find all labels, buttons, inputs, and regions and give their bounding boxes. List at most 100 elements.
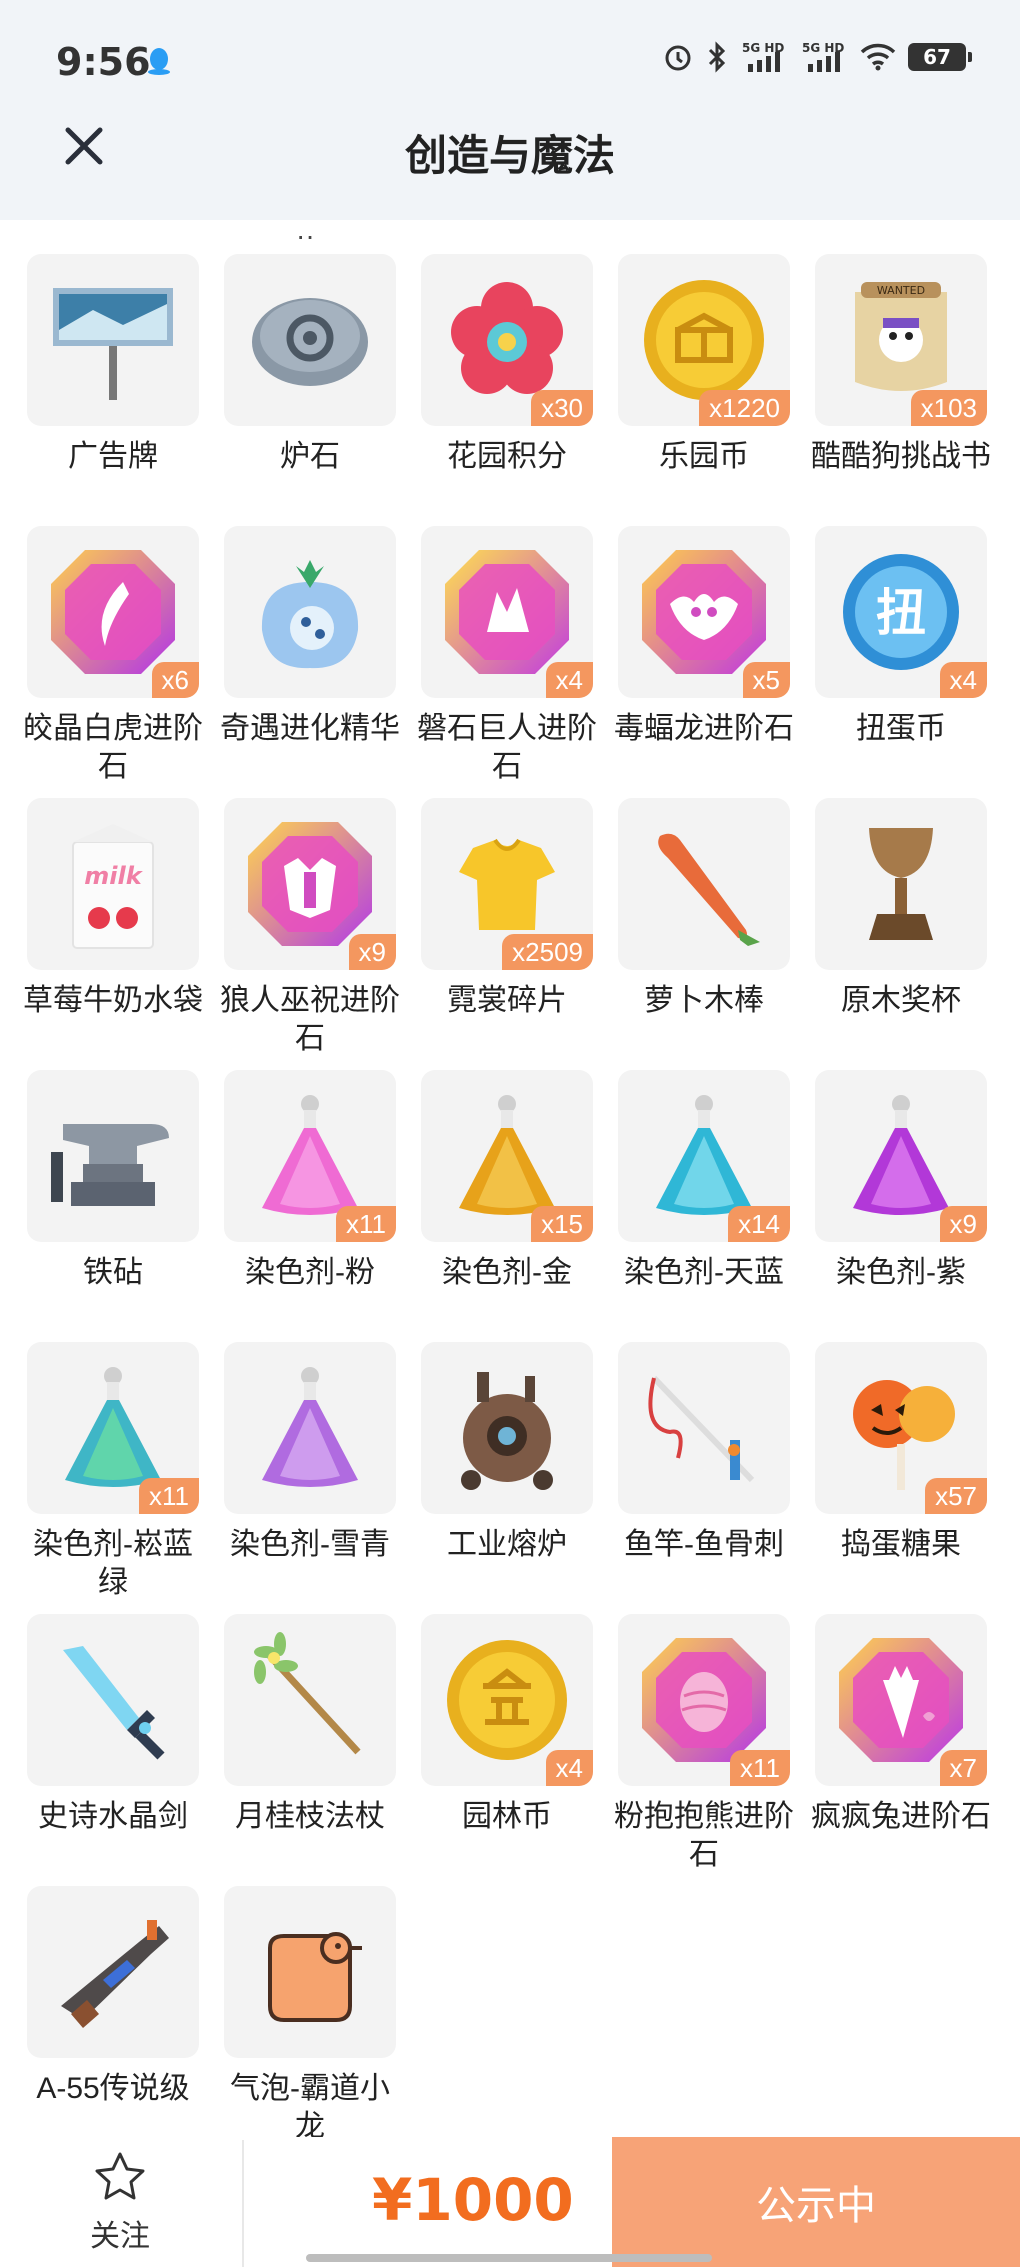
item-tile[interactable]: x4 — [421, 526, 593, 698]
crystal-sword-icon — [63, 1646, 165, 1760]
item-tile[interactable]: x5 — [618, 526, 790, 698]
item-tile[interactable]: WANTED x103 — [815, 254, 987, 426]
item-name: 奇遇进化精华 — [220, 712, 400, 745]
item-name: 炉石 — [280, 440, 340, 473]
grid-item[interactable]: 史诗水晶剑 — [27, 1614, 199, 1836]
grid-item[interactable]: x4 园林币 — [421, 1614, 593, 1836]
item-name: 染色剂-紫 — [836, 1256, 966, 1289]
grid-item[interactable]: 铁砧 — [27, 1070, 199, 1292]
grid-item[interactable]: x57 捣蛋糖果 — [815, 1342, 987, 1564]
count-badge: x30 — [531, 390, 593, 426]
grid-item[interactable]: milk 草莓牛奶水袋 — [23, 798, 203, 1020]
item-name: 扭蛋币 — [856, 712, 946, 745]
grid-item[interactable]: 染色剂-雪青 — [224, 1342, 396, 1564]
item-tile[interactable]: x11 — [224, 1070, 396, 1242]
item-tile[interactable]: x11 — [27, 1342, 199, 1514]
home-indicator[interactable] — [306, 2254, 712, 2262]
item-tile[interactable] — [224, 1342, 396, 1514]
item-tile[interactable]: x2509 — [421, 798, 593, 970]
grid-item[interactable]: 原木奖杯 — [815, 798, 987, 1020]
grid-item[interactable]: x5 毒蝠龙进阶石 — [614, 526, 794, 748]
gem-bat-icon — [642, 550, 766, 674]
svg-text:milk: milk — [84, 862, 143, 890]
fishing-rod-icon — [648, 1375, 755, 1483]
item-name: 鱼竿-鱼骨刺 — [624, 1528, 784, 1561]
grid-item[interactable]: x11 染色剂-崧蓝绿 — [27, 1342, 199, 1602]
grid-item[interactable]: x15 染色剂-金 — [421, 1070, 593, 1292]
grid-item[interactable]: x11 粉抱抱熊进阶石 — [614, 1614, 794, 1874]
follow-button[interactable]: 关注 — [70, 2150, 170, 2253]
item-tile[interactable]: 扭 x4 — [815, 526, 987, 698]
grid-item[interactable]: 扭 x4 扭蛋币 — [815, 526, 987, 748]
grid-item[interactable]: x6 皎晶白虎进阶石 — [23, 526, 203, 786]
grid-item[interactable]: x9 狼人巫祝进阶石 — [220, 798, 400, 1058]
item-tile[interactable]: x15 — [421, 1070, 593, 1242]
grid-item[interactable]: 奇遇进化精华 — [220, 526, 400, 748]
grid-item[interactable]: x1220 乐园币 — [618, 254, 790, 476]
count-badge: x6 — [151, 662, 199, 698]
item-name: 工业熔炉 — [447, 1528, 567, 1561]
grid-item[interactable]: x7 疯疯兔进阶石 — [811, 1614, 991, 1836]
item-tile[interactable] — [27, 1886, 199, 2058]
grid-item[interactable]: x4 磐石巨人进阶石 — [417, 526, 597, 786]
item-tile[interactable] — [224, 1614, 396, 1786]
grid-item[interactable]: WANTED x103 酷酷狗挑战书 — [811, 254, 991, 476]
item-tile[interactable] — [27, 254, 199, 426]
carrot-stick-icon — [658, 833, 760, 946]
grid-item[interactable]: x11 染色剂-粉 — [224, 1070, 396, 1292]
item-tile[interactable]: x57 — [815, 1342, 987, 1514]
item-tile[interactable]: x30 — [421, 254, 593, 426]
item-tile[interactable] — [815, 798, 987, 970]
divider — [242, 2140, 244, 2267]
gem-rock-icon — [445, 550, 569, 674]
item-tile[interactable]: x11 — [618, 1614, 790, 1786]
item-tile[interactable] — [618, 1342, 790, 1514]
grid-item[interactable]: x9 染色剂-紫 — [815, 1070, 987, 1292]
item-tile[interactable] — [421, 1342, 593, 1514]
item-tile[interactable]: x9 — [815, 1070, 987, 1242]
item-tile[interactable] — [224, 1886, 396, 2058]
battery-icon: 67 — [908, 43, 972, 71]
grid-item[interactable]: x30 花园积分 — [421, 254, 593, 476]
grid-item[interactable]: x2509 霓裳碎片 — [421, 798, 593, 1020]
item-tile[interactable]: x9 — [224, 798, 396, 970]
svg-text:扭: 扭 — [876, 584, 926, 642]
item-tile[interactable]: x6 — [27, 526, 199, 698]
item-tile[interactable] — [27, 1614, 199, 1786]
item-tile[interactable] — [224, 254, 396, 426]
item-tile[interactable]: x14 — [618, 1070, 790, 1242]
grid-item[interactable]: 广告牌 — [27, 254, 199, 476]
wooden-trophy-icon — [869, 828, 933, 940]
grid-item[interactable]: x14 染色剂-天蓝 — [618, 1070, 790, 1292]
grid-item[interactable]: 炉石 — [224, 254, 396, 476]
item-tile[interactable] — [224, 526, 396, 698]
item-tile[interactable] — [27, 1070, 199, 1242]
item-tile[interactable]: x1220 — [618, 254, 790, 426]
grid-item[interactable]: 萝卜木棒 — [618, 798, 790, 1020]
item-name: 花园积分 — [447, 440, 567, 473]
count-badge: x4 — [545, 662, 593, 698]
publicity-status-label: 公示中 — [756, 2184, 876, 2228]
item-name: 皎晶白虎进阶石 — [23, 712, 203, 783]
item-name: 萝卜木棒 — [644, 984, 764, 1017]
item-grid[interactable]: ·· 广告牌 炉石 x30 花园积分 x1220 乐园币 WANTED x103 酷酷狗挑战书 x… — [0, 220, 1020, 2140]
grid-item[interactable]: A-55传说级 — [27, 1886, 199, 2108]
count-badge: x4 — [939, 662, 987, 698]
bubble-dragon-icon — [268, 1932, 362, 2022]
count-badge: x2509 — [502, 934, 593, 970]
dye-gold-icon — [459, 1095, 555, 1215]
grid-item[interactable]: 鱼竿-鱼骨刺 — [618, 1342, 790, 1564]
grid-item[interactable]: 气泡-霸道小龙 — [224, 1886, 396, 2140]
item-tile[interactable]: milk — [27, 798, 199, 970]
item-tile[interactable] — [618, 798, 790, 970]
item-name: 染色剂-天蓝 — [624, 1256, 784, 1289]
grid-item[interactable]: 月桂枝法杖 — [224, 1614, 396, 1836]
status-time: 9:56 — [56, 40, 151, 84]
grid-item[interactable]: 工业熔炉 — [421, 1342, 593, 1564]
count-badge: x103 — [910, 390, 987, 426]
item-tile[interactable]: x4 — [421, 1614, 593, 1786]
publicity-status-button[interactable]: 公示中 — [612, 2137, 1020, 2267]
item-tile[interactable]: x7 — [815, 1614, 987, 1786]
dye-skyblue-icon — [656, 1095, 752, 1215]
item-name: 捣蛋糖果 — [841, 1528, 961, 1561]
